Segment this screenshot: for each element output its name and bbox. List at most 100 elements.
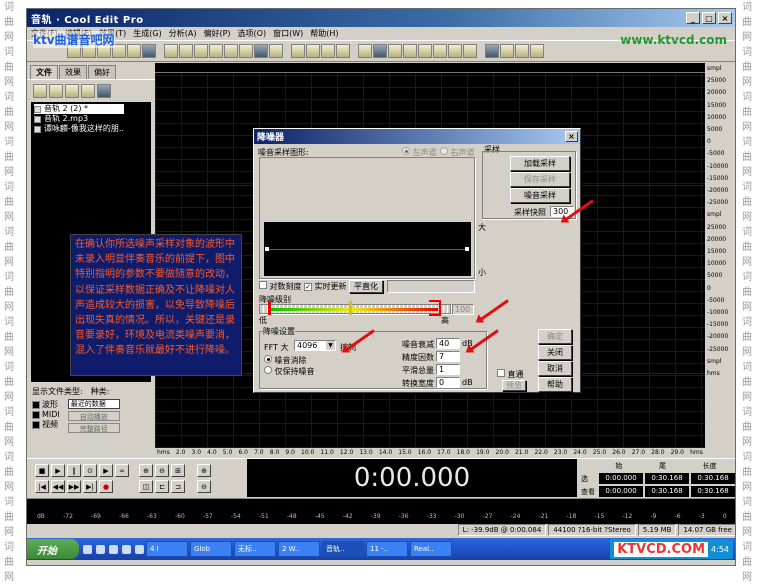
get-noise-profile-button[interactable]: 噪音采样	[510, 188, 570, 203]
maximize-icon[interactable]: □	[702, 12, 716, 24]
keep-noise-radio[interactable]: 仅保持噪音	[264, 366, 315, 377]
toolbar-tool-icon[interactable]	[239, 44, 253, 58]
cancel-button[interactable]: 取消	[538, 361, 572, 376]
close-file-icon[interactable]	[49, 84, 63, 98]
toolbar-tool-icon[interactable]	[463, 44, 477, 58]
full-path-button[interactable]: 完整路径	[67, 423, 120, 433]
zoom-vert-out-icon[interactable]: ⊖	[197, 480, 211, 493]
preview-button[interactable]: 预览	[502, 380, 526, 391]
toolbar-tool-icon[interactable]	[336, 44, 350, 58]
smooth-field[interactable]: 1	[436, 364, 460, 375]
quicklaunch-icon[interactable]	[109, 544, 118, 554]
play-file-icon[interactable]	[81, 84, 95, 98]
menu-item[interactable]: 窗口(W)	[273, 28, 303, 39]
save-sample-button[interactable]: 保存采样	[510, 172, 570, 187]
toolbar-tool-icon[interactable]	[433, 44, 447, 58]
tab-favorites[interactable]: 偏好	[88, 65, 116, 79]
sel-length-field[interactable]: 0:30.168	[691, 473, 735, 484]
play-icon[interactable]: ▶	[51, 464, 65, 477]
close-icon[interactable]: ×	[565, 131, 578, 142]
toolbar-tool-icon[interactable]	[179, 44, 193, 58]
toolbar-tool-icon[interactable]	[530, 44, 544, 58]
noise-level-field[interactable]: 100	[452, 304, 474, 315]
type-midi-checkbox[interactable]: MIDI	[32, 410, 60, 419]
sel-end-field[interactable]: 0:30.168	[645, 473, 689, 484]
toolbar-tool-icon[interactable]	[358, 44, 372, 58]
taskbar-task[interactable]: 2 W..	[278, 541, 320, 557]
sel-start-field[interactable]: 0:00.000	[599, 473, 643, 484]
toolbar-tool-icon[interactable]	[321, 44, 335, 58]
zoom-right-icon[interactable]: ⊐	[171, 480, 185, 493]
pause-icon[interactable]: ‖	[67, 464, 81, 477]
toolbar-tool-icon[interactable]	[485, 44, 499, 58]
live-update-checkbox[interactable]: ✓ 实时更新	[304, 281, 347, 292]
help-button[interactable]: 帮助	[538, 377, 572, 392]
close-icon[interactable]: ×	[718, 12, 732, 24]
taskbar-task[interactable]: Real..	[410, 541, 452, 557]
toolbar-tool-icon[interactable]	[403, 44, 417, 58]
toolbar-tool-icon[interactable]	[515, 44, 529, 58]
type-video-checkbox[interactable]: 视频	[32, 419, 60, 430]
taskbar-task[interactable]: 无标..	[234, 541, 276, 557]
menu-item[interactable]: 生成(G)	[133, 28, 161, 39]
transition-field[interactable]: 0	[436, 377, 460, 388]
play-to-end-icon[interactable]: ▶	[99, 464, 113, 477]
noise-level-slider[interactable]	[259, 304, 451, 314]
taskbar-task[interactable]: Glob	[190, 541, 232, 557]
menu-item[interactable]: 偏好(P)	[203, 28, 230, 39]
quicklaunch-icon[interactable]	[135, 544, 144, 554]
taskbar-task[interactable]: 4 I	[146, 541, 188, 557]
sort-select[interactable]: 最近的数据	[67, 399, 120, 409]
open-file-icon[interactable]	[33, 84, 47, 98]
bypass-checkbox[interactable]: 直通	[497, 369, 524, 380]
start-button[interactable]: 开始	[27, 539, 79, 559]
close-button[interactable]: 关闭	[538, 345, 572, 360]
toolbar-tool-icon[interactable]	[388, 44, 402, 58]
zoom-full-icon[interactable]: ⊞	[171, 464, 185, 477]
precision-field[interactable]: 7	[436, 351, 460, 362]
help-icon[interactable]	[97, 84, 111, 98]
go-end-icon[interactable]: ▶|	[83, 480, 97, 493]
toolbar-tool-icon[interactable]	[373, 44, 387, 58]
menu-item[interactable]: 帮助(H)	[310, 28, 338, 39]
list-item[interactable]: 音轨 2.mp3	[34, 114, 148, 124]
noise-profile-graph[interactable]	[259, 157, 475, 279]
play-loop-icon[interactable]: ⊙	[83, 464, 97, 477]
zoom-sel-icon[interactable]: ◫	[139, 480, 153, 493]
quicklaunch-icon[interactable]	[83, 544, 92, 554]
zoom-out-icon[interactable]: ⊖	[155, 464, 169, 477]
go-start-icon[interactable]: |◀	[35, 480, 49, 493]
rewind-icon[interactable]: ◀◀	[51, 480, 65, 493]
curve-handle[interactable]	[465, 247, 469, 251]
toolbar-tool-icon[interactable]	[269, 44, 283, 58]
zoom-vert-in-icon[interactable]: ⊕	[197, 464, 211, 477]
quicklaunch-icon[interactable]	[96, 544, 105, 554]
tab-files[interactable]: 文件	[30, 65, 58, 79]
toolbar-tool-icon[interactable]	[500, 44, 514, 58]
autoplay-button[interactable]: 自动播放	[67, 411, 120, 421]
toolbar-tool-icon[interactable]	[418, 44, 432, 58]
toolbar-tool-icon[interactable]	[224, 44, 238, 58]
zoom-in-icon[interactable]: ⊕	[139, 464, 153, 477]
taskbar-task[interactable]: 11 -..	[366, 541, 408, 557]
insert-icon[interactable]	[65, 84, 79, 98]
view-start-field[interactable]: 0:00.000	[599, 486, 643, 497]
list-item[interactable]: 谭咏麟-像我这样的朋..	[34, 124, 148, 134]
forward-icon[interactable]: ▶▶	[67, 480, 81, 493]
tab-effects[interactable]: 效果	[59, 65, 87, 79]
flatten-button[interactable]: 平直化	[349, 280, 383, 293]
menu-item[interactable]: 分析(A)	[169, 28, 197, 39]
toolbar-tool-icon[interactable]	[448, 44, 462, 58]
toolbar-tool-icon[interactable]	[194, 44, 208, 58]
list-item[interactable]: 音轨 2 (2) *	[34, 104, 124, 114]
taskbar-task[interactable]: 音轨..	[322, 541, 364, 557]
minimize-icon[interactable]: _	[686, 12, 700, 24]
view-end-field[interactable]: 0:30.168	[645, 486, 689, 497]
toolbar-tool-icon[interactable]	[164, 44, 178, 58]
record-icon[interactable]: ●	[99, 480, 113, 493]
toolbar-tool-icon[interactable]	[254, 44, 268, 58]
reduce-field[interactable]: 40	[436, 338, 460, 349]
curve-handle[interactable]	[265, 247, 269, 251]
view-length-field[interactable]: 0:30.168	[691, 486, 735, 497]
toolbar-tool-icon[interactable]	[306, 44, 320, 58]
